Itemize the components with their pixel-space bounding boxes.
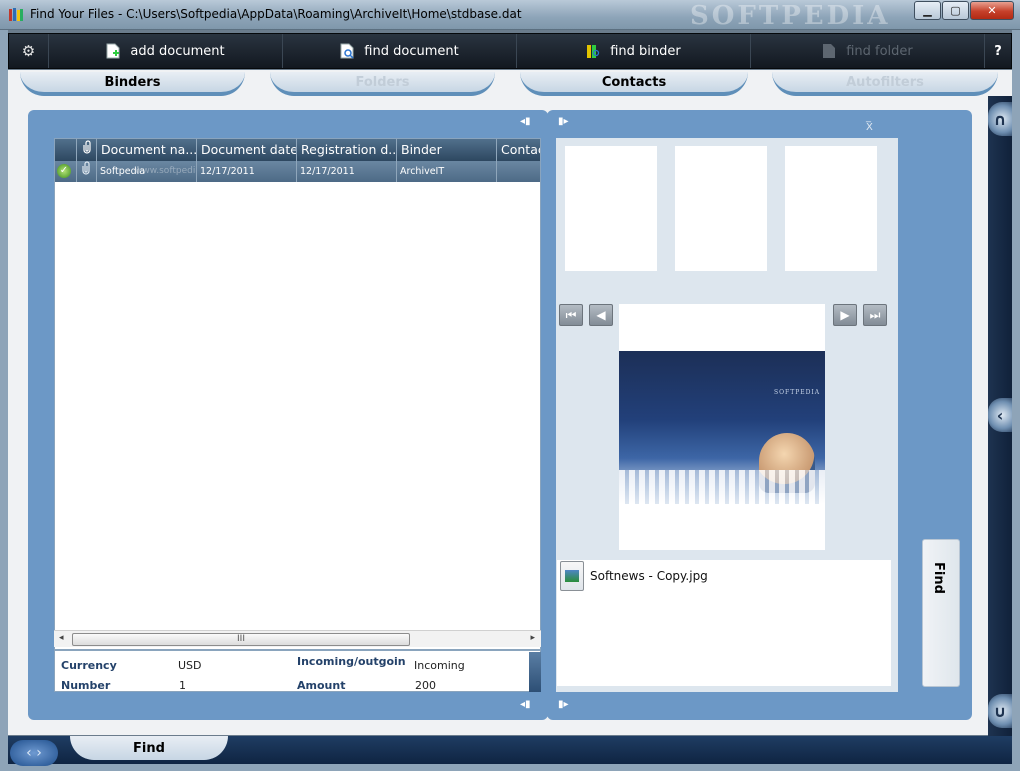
expand-left-icon[interactable]: ‹ bbox=[988, 398, 1012, 432]
paperclip-icon bbox=[83, 140, 91, 154]
find-side-tab[interactable]: Find bbox=[922, 539, 960, 687]
title-bar[interactable]: Find Your Files - C:\Users\Softpedia\App… bbox=[0, 0, 1020, 31]
last-page-icon[interactable]: ⏭ bbox=[863, 304, 887, 326]
close-button[interactable]: ✕ bbox=[970, 1, 1014, 20]
grid-horizontal-scrollbar[interactable]: ◂ III ▸ bbox=[54, 630, 541, 647]
find-folder-label: find folder bbox=[846, 43, 913, 59]
brand-watermark: SOFTPEDIA bbox=[690, 1, 891, 31]
find-folder-button[interactable]: find folder bbox=[751, 34, 985, 68]
number-value: 1 bbox=[179, 679, 186, 692]
add-document-label: add document bbox=[130, 43, 225, 59]
attached-file-name[interactable]: Softnews - Copy.jpg bbox=[590, 569, 708, 583]
minimize-button[interactable]: ▁ bbox=[914, 1, 941, 20]
collapse-left-bottom-icon[interactable]: ◂▮ bbox=[520, 700, 534, 710]
row-watermark-text: www.softpedia.com bbox=[135, 166, 196, 176]
minimize-close-panel-icon[interactable]: _ X bbox=[866, 113, 880, 133]
tab-binders[interactable]: Binders bbox=[20, 72, 245, 96]
window-frame-bottom bbox=[0, 764, 1020, 771]
window-frame-right bbox=[1012, 30, 1020, 771]
find-binder-button[interactable]: find binder bbox=[517, 34, 751, 68]
paperclip-icon bbox=[82, 161, 90, 175]
currency-label: Currency bbox=[61, 659, 117, 672]
next-page-icon[interactable]: ▶ bbox=[833, 304, 857, 326]
find-folder-icon bbox=[823, 44, 836, 58]
amount-value: 200 bbox=[415, 679, 436, 692]
expand-right-bottom-icon[interactable]: ▮▸ bbox=[558, 700, 572, 710]
grid-header-registration-date[interactable]: Registration d... bbox=[297, 139, 397, 161]
add-document-button[interactable]: add document bbox=[49, 34, 283, 68]
thumbnail-1[interactable] bbox=[565, 146, 657, 271]
grid-header: Document na... Document date Registratio… bbox=[55, 139, 540, 161]
help-button[interactable]: ? bbox=[985, 34, 1011, 68]
tab-folders[interactable]: Folders bbox=[270, 72, 495, 96]
expand-right-icon[interactable]: ▮▸ bbox=[558, 117, 572, 127]
row-status-cell: ✓ bbox=[55, 161, 77, 182]
scroll-down-icon[interactable]: ∪ bbox=[988, 694, 1012, 728]
thumbnail-2[interactable] bbox=[675, 146, 767, 271]
grid-header-status[interactable] bbox=[55, 139, 77, 161]
grid-header-document-date[interactable]: Document date bbox=[197, 139, 297, 161]
incoming-outgoing-label: Incoming/outgoin bbox=[297, 655, 406, 668]
find-document-button[interactable]: find document bbox=[283, 34, 517, 68]
grid-header-attachment[interactable] bbox=[77, 139, 97, 161]
scroll-thumb[interactable]: III bbox=[72, 633, 410, 646]
collapse-left-icon[interactable]: ◂▮ bbox=[520, 117, 534, 127]
currency-value: USD bbox=[178, 659, 202, 672]
maximize-button[interactable]: ▢ bbox=[942, 1, 969, 20]
preview-image: SOFTPEDIA bbox=[619, 351, 825, 504]
add-document-icon bbox=[106, 43, 120, 59]
window-controls: ▁ ▢ ✕ bbox=[913, 1, 1014, 20]
checkmark-icon: ✓ bbox=[57, 164, 71, 178]
previous-page-icon[interactable]: ◀ bbox=[589, 304, 613, 326]
incoming-outgoing-value: Incoming bbox=[414, 659, 465, 672]
navigation-arrows-icon[interactable]: ‹ › bbox=[10, 740, 58, 766]
tab-contacts[interactable]: Contacts bbox=[520, 72, 748, 96]
window-frame-left bbox=[0, 30, 8, 771]
document-details: Currency USD Number 1 Incoming/outgoin I… bbox=[54, 650, 541, 692]
grid-header-contact[interactable]: Contac bbox=[497, 139, 540, 161]
row-attachment-cell bbox=[77, 161, 97, 182]
settings-gear-icon[interactable]: ⚙ bbox=[9, 34, 49, 68]
window-title: Find Your Files - C:\Users\Softpedia\App… bbox=[30, 7, 522, 21]
amount-label: Amount bbox=[297, 679, 346, 692]
find-document-label: find document bbox=[364, 43, 459, 59]
preview-splash bbox=[619, 470, 825, 504]
preview-watermark: SOFTPEDIA bbox=[774, 389, 821, 396]
row-contact bbox=[497, 161, 540, 182]
find-binder-icon bbox=[587, 45, 600, 58]
app-books-icon bbox=[9, 8, 23, 21]
find-side-label: Find bbox=[931, 562, 946, 594]
scroll-up-icon[interactable]: ∩ bbox=[988, 102, 1012, 136]
row-document-date: 12/17/2011 bbox=[197, 161, 297, 182]
image-file-icon[interactable] bbox=[560, 561, 584, 591]
thumbnail-3[interactable] bbox=[785, 146, 877, 271]
documents-grid: Document na... Document date Registratio… bbox=[54, 138, 541, 650]
row-document-name: Softpedia www.softpedia.com bbox=[97, 161, 197, 182]
scroll-left-arrow[interactable]: ◂ bbox=[59, 633, 64, 643]
find-document-icon bbox=[340, 43, 354, 59]
tab-find-bottom[interactable]: Find bbox=[70, 736, 228, 760]
row-registration-date: 12/17/2011 bbox=[297, 161, 397, 182]
tab-autofilters[interactable]: Autofilters bbox=[772, 72, 998, 96]
number-label: Number bbox=[61, 679, 111, 692]
scroll-right-arrow[interactable]: ▸ bbox=[530, 633, 535, 643]
details-scroll-buttons[interactable] bbox=[529, 652, 541, 692]
grid-header-document-name[interactable]: Document na... bbox=[97, 139, 197, 161]
find-binder-label: find binder bbox=[610, 43, 681, 59]
first-page-icon[interactable]: ⏮ bbox=[559, 304, 583, 326]
row-binder: ArchiveIT bbox=[397, 161, 497, 182]
table-row[interactable]: ✓ Softpedia www.softpedia.com 12/17/2011… bbox=[55, 161, 540, 182]
main-toolbar: ⚙ add document find document find binder… bbox=[8, 33, 1012, 69]
grid-header-binder[interactable]: Binder bbox=[397, 139, 497, 161]
